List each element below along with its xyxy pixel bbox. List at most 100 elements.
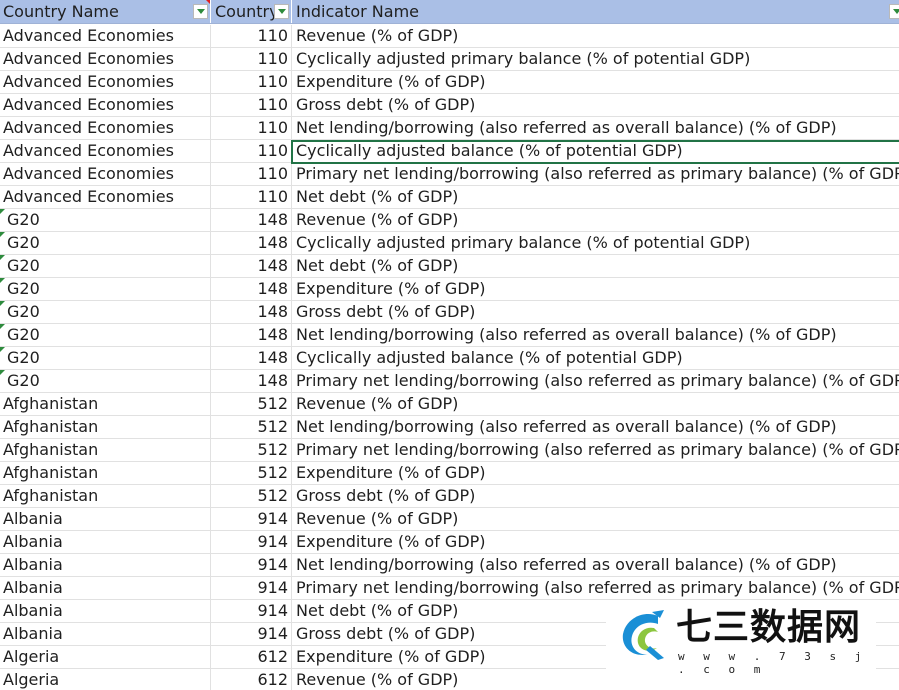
cell-country-code[interactable]: 512 <box>211 462 292 484</box>
cell-country-code[interactable]: 148 <box>211 301 292 323</box>
cell-country-code[interactable]: 148 <box>211 347 292 369</box>
cell-country-name[interactable]: Advanced Economies <box>0 48 211 70</box>
cell-country-name[interactable]: G20 <box>0 255 211 277</box>
cell-indicator-name[interactable]: Net debt (% of GDP) <box>292 186 899 208</box>
cell-country-name[interactable]: G20 <box>0 347 211 369</box>
error-indicator-icon[interactable] <box>0 324 5 329</box>
cell-country-code[interactable]: 148 <box>211 232 292 254</box>
cell-country-name[interactable]: Afghanistan <box>0 416 211 438</box>
cell-indicator-name[interactable]: Cyclically adjusted balance (% of potent… <box>292 140 899 162</box>
cell-country-code[interactable]: 148 <box>211 278 292 300</box>
header-country-code[interactable]: Country <box>211 0 292 23</box>
cell-indicator-name[interactable]: Cyclically adjusted balance (% of potent… <box>292 347 899 369</box>
cell-country-name[interactable]: Advanced Economies <box>0 186 211 208</box>
cell-country-code[interactable]: 148 <box>211 255 292 277</box>
cell-country-code[interactable]: 110 <box>211 117 292 139</box>
cell-country-code[interactable]: 110 <box>211 163 292 185</box>
cell-country-name[interactable]: Advanced Economies <box>0 163 211 185</box>
cell-indicator-name[interactable]: Cyclically adjusted primary balance (% o… <box>292 232 899 254</box>
cell-country-code[interactable]: 914 <box>211 531 292 553</box>
cell-indicator-name[interactable]: Expenditure (% of GDP) <box>292 531 899 553</box>
cell-country-code[interactable]: 512 <box>211 439 292 461</box>
cell-country-code[interactable]: 612 <box>211 646 292 668</box>
cell-indicator-name[interactable]: Net lending/borrowing (also referred as … <box>292 324 899 346</box>
cell-indicator-name[interactable]: Net lending/borrowing (also referred as … <box>292 554 899 576</box>
cell-indicator-name[interactable]: Gross debt (% of GDP) <box>292 485 899 507</box>
header-indicator-name[interactable]: Indicator Name <box>292 0 899 23</box>
cell-country-code[interactable]: 110 <box>211 48 292 70</box>
cell-country-code[interactable]: 914 <box>211 554 292 576</box>
cell-indicator-name-text: Net debt (% of GDP) <box>296 187 459 206</box>
cell-country-code[interactable]: 612 <box>211 669 292 690</box>
cell-country-code[interactable]: 110 <box>211 94 292 116</box>
cell-indicator-name[interactable]: Revenue (% of GDP) <box>292 209 899 231</box>
cell-indicator-name[interactable]: Primary net lending/borrowing (also refe… <box>292 370 899 392</box>
cell-country-code[interactable]: 512 <box>211 416 292 438</box>
error-indicator-icon[interactable] <box>0 255 5 260</box>
cell-indicator-name[interactable]: Expenditure (% of GDP) <box>292 462 899 484</box>
cell-indicator-name[interactable]: Gross debt (% of GDP) <box>292 301 899 323</box>
cell-country-code[interactable]: 148 <box>211 370 292 392</box>
cell-country-name[interactable]: Advanced Economies <box>0 71 211 93</box>
cell-country-code[interactable]: 914 <box>211 600 292 622</box>
error-indicator-icon[interactable] <box>0 232 5 237</box>
error-indicator-icon[interactable] <box>0 347 5 352</box>
header-country-name[interactable]: Country Name <box>0 0 211 23</box>
filter-dropdown-icon[interactable] <box>889 4 899 19</box>
cell-country-name[interactable]: Albania <box>0 531 211 553</box>
error-indicator-icon[interactable] <box>0 209 5 214</box>
cell-country-name[interactable]: Albania <box>0 508 211 530</box>
cell-country-name[interactable]: Advanced Economies <box>0 94 211 116</box>
cell-indicator-name[interactable]: Primary net lending/borrowing (also refe… <box>292 163 899 185</box>
cell-country-name[interactable]: Afghanistan <box>0 462 211 484</box>
cell-country-name[interactable]: G20 <box>0 232 211 254</box>
cell-indicator-name[interactable]: Net debt (% of GDP) <box>292 255 899 277</box>
cell-indicator-name[interactable]: Cyclically adjusted primary balance (% o… <box>292 48 899 70</box>
cell-country-name[interactable]: Afghanistan <box>0 485 211 507</box>
cell-indicator-name-text: Cyclically adjusted balance (% of potent… <box>296 348 683 367</box>
cell-indicator-name[interactable]: Revenue (% of GDP) <box>292 508 899 530</box>
cell-country-name[interactable]: Albania <box>0 577 211 599</box>
cell-country-code[interactable]: 914 <box>211 508 292 530</box>
cell-country-code[interactable]: 512 <box>211 393 292 415</box>
cell-country-code[interactable]: 148 <box>211 209 292 231</box>
error-indicator-icon[interactable] <box>0 370 5 375</box>
cell-indicator-name[interactable]: Gross debt (% of GDP) <box>292 94 899 116</box>
cell-country-code[interactable]: 914 <box>211 623 292 645</box>
cell-country-name[interactable]: Albania <box>0 623 211 645</box>
filter-dropdown-icon[interactable] <box>193 4 208 19</box>
filter-dropdown-icon[interactable] <box>274 4 289 19</box>
cell-country-name[interactable]: Afghanistan <box>0 393 211 415</box>
cell-country-name[interactable]: Albania <box>0 600 211 622</box>
cell-country-code[interactable]: 110 <box>211 186 292 208</box>
cell-country-name[interactable]: Advanced Economies <box>0 140 211 162</box>
cell-indicator-name[interactable]: Primary net lending/borrowing (also refe… <box>292 577 899 599</box>
cell-country-code-text: 110 <box>257 187 288 206</box>
cell-country-code[interactable]: 914 <box>211 577 292 599</box>
cell-country-name[interactable]: Advanced Economies <box>0 25 211 47</box>
cell-indicator-name[interactable]: Expenditure (% of GDP) <box>292 278 899 300</box>
cell-country-code[interactable]: 512 <box>211 485 292 507</box>
cell-indicator-name[interactable]: Primary net lending/borrowing (also refe… <box>292 439 899 461</box>
cell-indicator-name[interactable]: Net lending/borrowing (also referred as … <box>292 117 899 139</box>
cell-country-code[interactable]: 148 <box>211 324 292 346</box>
cell-indicator-name[interactable]: Expenditure (% of GDP) <box>292 71 899 93</box>
cell-country-name[interactable]: G20 <box>0 370 211 392</box>
error-indicator-icon[interactable] <box>0 301 5 306</box>
cell-country-name[interactable]: G20 <box>0 278 211 300</box>
cell-country-code[interactable]: 110 <box>211 140 292 162</box>
cell-country-name[interactable]: Advanced Economies <box>0 117 211 139</box>
cell-country-name[interactable]: Algeria <box>0 646 211 668</box>
cell-country-name[interactable]: G20 <box>0 301 211 323</box>
cell-country-name[interactable]: Albania <box>0 554 211 576</box>
cell-country-code[interactable]: 110 <box>211 25 292 47</box>
cell-country-name[interactable]: G20 <box>0 209 211 231</box>
error-indicator-icon[interactable] <box>0 278 5 283</box>
cell-country-name[interactable]: Afghanistan <box>0 439 211 461</box>
cell-indicator-name[interactable]: Revenue (% of GDP) <box>292 393 899 415</box>
cell-country-name[interactable]: G20 <box>0 324 211 346</box>
cell-country-code[interactable]: 110 <box>211 71 292 93</box>
cell-country-name[interactable]: Algeria <box>0 669 211 690</box>
cell-indicator-name[interactable]: Revenue (% of GDP) <box>292 25 899 47</box>
cell-indicator-name[interactable]: Net lending/borrowing (also referred as … <box>292 416 899 438</box>
